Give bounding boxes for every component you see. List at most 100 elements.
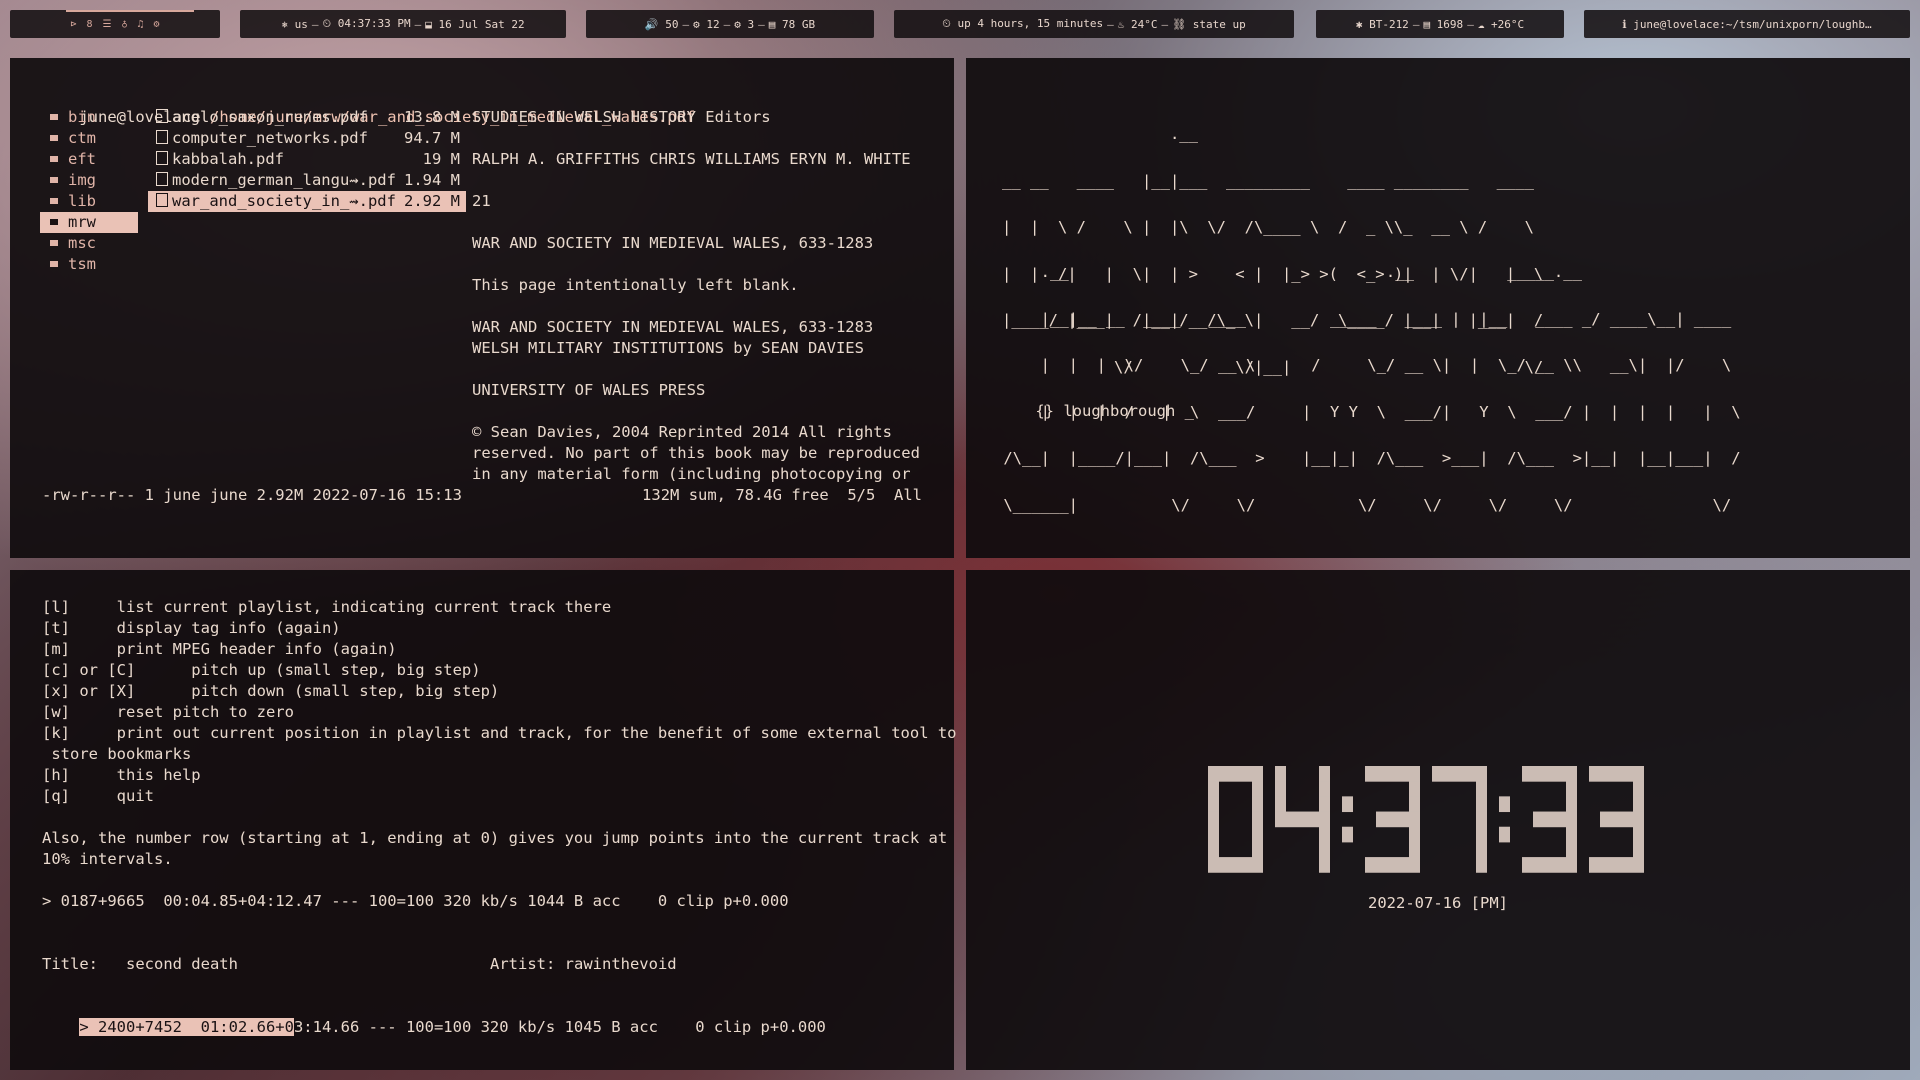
folder-icon	[50, 114, 58, 120]
preview-line: WELSH MILITARY INSTITUTIONS by SEAN DAVI…	[472, 339, 864, 357]
bar-date: ⬓ 16 Jul Sat 22	[425, 17, 525, 31]
window-title-section: ℹ june@lovelace:~/tsm/unixporn/loughb…	[1584, 10, 1910, 38]
window-title: ℹ june@lovelace:~/tsm/unixporn/loughb…	[1622, 17, 1872, 31]
memory-status: ▤ 1698	[1423, 17, 1464, 31]
playback-status-rest: 3:14.66 --- 100=100 320 kb/s 1045 B acc …	[293, 1018, 826, 1036]
fm-dir-item[interactable]: lib	[50, 191, 96, 212]
clock-digits	[1208, 766, 1644, 873]
help-line: [t] display tag info (again)	[42, 619, 341, 637]
bluetooth-status[interactable]: ✱ BT-212	[1356, 18, 1409, 31]
fm-dir-item[interactable]: ctm	[50, 128, 96, 149]
fm-file-item[interactable]: computer_networks.pdf 94.7 M	[156, 128, 466, 149]
preview-line: WAR AND SOCIETY IN MEDIEVAL WALES, 633-1…	[472, 318, 874, 336]
fm-status-right: 132M sum, 78.4G free 5/5 All	[642, 486, 922, 504]
prompt-directory: loughborough _	[1063, 402, 1194, 420]
help-line: [h] this help	[42, 766, 201, 784]
playback-progress-highlight: > 2400+7452 01:02.66+0	[79, 1018, 294, 1036]
fm-file-item-selected[interactable]: war_and_society_in_⇝.pdf 2.92 M	[148, 191, 466, 212]
temperature-status: ♨ 24°C	[1117, 17, 1158, 31]
workspace-bar: ⊳ 8 ☰ ♁ ♫ ⚙	[10, 10, 220, 38]
pdf-file-icon	[156, 151, 168, 165]
workspace-2-icon[interactable]: 8	[81, 19, 97, 30]
fm-dir-item[interactable]: img	[50, 170, 96, 191]
help-line: [m] print MPEG header info (again)	[42, 640, 397, 658]
fm-dir-item[interactable]: tsm	[50, 254, 96, 275]
preview-line: STUDIES IN WELSH HISTORY Editors	[472, 108, 771, 126]
clock-digit	[1589, 766, 1644, 873]
braces-icon: {}	[1035, 402, 1054, 420]
network-status: ⛓ state up	[1172, 17, 1246, 31]
fm-dir-item[interactable]: eft	[50, 149, 96, 170]
workspace-1-icon[interactable]: ⊳	[65, 19, 81, 30]
pdf-file-icon	[156, 130, 168, 144]
workspace-3-icon[interactable]: ☰	[98, 19, 117, 30]
sensor-section: ✱ BT-212 — ▤ 1698 — ☁ +26°C	[1316, 10, 1564, 38]
folder-icon	[50, 240, 58, 246]
fm-dir-item[interactable]: msc	[50, 233, 96, 254]
clock-digit	[1208, 766, 1263, 873]
preview-line: This page intentionally left blank.	[472, 276, 799, 294]
fm-file-item[interactable]: modern_german_langu⇝.pdf 1.94 M	[156, 170, 466, 191]
pdf-file-icon	[156, 172, 168, 186]
file-manager-window[interactable]: june@lovelace /home/june/mrw/war_and_soc…	[10, 58, 954, 558]
keyboard-layout[interactable]: ⎈ us	[281, 18, 308, 31]
player-status-previous: > 0187+9665 00:04.85+04:12.47 --- 100=10…	[42, 892, 789, 910]
help-line: 10% intervals.	[42, 850, 173, 868]
help-line: Also, the number row (starting at 1, end…	[42, 829, 948, 847]
bar-time: ⏲ 04:37:33 PM	[322, 17, 411, 30]
clock-digit	[1365, 766, 1420, 873]
fm-status-left: -rw-r--r-- 1 june june 2.92M 2022-07-16 …	[42, 486, 462, 504]
workspace-6-icon[interactable]: ⚙	[149, 19, 165, 30]
help-line: [l] list current playlist, indicating cu…	[42, 598, 612, 616]
fm-dir-item-selected[interactable]: mrw	[40, 212, 138, 233]
preview-line: RALPH A. GRIFFITHS CHRIS WILLIAMS ERYN M…	[472, 150, 911, 168]
track-title: Title: second death	[42, 955, 238, 973]
uptime-section: ⏲ up 4 hours, 15 minutes — ♨ 24°C — ⛓ st…	[894, 10, 1294, 38]
uptime-status: ⏲ up 4 hours, 15 minutes	[942, 17, 1104, 30]
help-line: [k] print out current position in playli…	[42, 724, 957, 742]
fm-dir-item[interactable]: bin	[50, 107, 96, 128]
workspace-4-icon[interactable]: ♁	[116, 19, 132, 30]
weather-status: ☁ +26°C	[1477, 17, 1525, 31]
preview-line: WAR AND SOCIETY IN MEDIEVAL WALES, 633-1…	[472, 234, 874, 252]
preview-line: reserved. No part of this book may be re…	[472, 444, 920, 462]
clock-digit	[1432, 766, 1487, 873]
preview-line: © Sean Davies, 2004 Reprinted 2014 All r…	[472, 423, 892, 441]
clock-date: 2022-07-16 [PM]	[1368, 894, 1508, 912]
pdf-file-icon	[156, 109, 168, 123]
system-section: 🔊 50 — ⚙ 12 — ⚙ 3 — ▤ 78 GB	[586, 10, 874, 38]
volume-status[interactable]: 🔊 50	[645, 18, 679, 31]
folder-icon	[50, 135, 58, 141]
preview-line: UNIVERSITY OF WALES PRESS	[472, 381, 706, 399]
cpu-status: ⚙ 12	[693, 17, 720, 31]
digital-clock	[966, 766, 1910, 876]
load-status: ⚙ 3	[734, 17, 755, 31]
fm-file-item[interactable]: kabbalah.pdf 19 M	[156, 149, 466, 170]
clock-colon	[1342, 796, 1353, 843]
shell-prompt[interactable]: {} loughborough _	[998, 380, 1194, 443]
clock-colon	[1499, 796, 1510, 843]
folder-icon	[50, 177, 58, 183]
help-line: [q] quit	[42, 787, 154, 805]
music-player-window[interactable]: [l] list current playlist, indicating cu…	[10, 570, 957, 1070]
track-artist: Artist: rawinthevoid	[490, 955, 677, 973]
active-workspace-indicator	[66, 10, 194, 12]
folder-icon	[50, 219, 58, 225]
disk-status: ▤ 78 GB	[768, 17, 816, 31]
workspace-5-icon[interactable]: ♫	[133, 19, 149, 30]
fm-file-item[interactable]: anglo_saxon_runes.pdf 13.8 M	[156, 107, 466, 128]
folder-icon	[50, 261, 58, 267]
help-line: [x] or [X] pitch down (small step, big s…	[42, 682, 500, 700]
help-line: store bookmarks	[42, 745, 192, 763]
clock-window: 2022-07-16 [PM]	[966, 570, 1910, 1070]
clock-digit	[1275, 766, 1330, 873]
preview-line: in any material form (including photocop…	[472, 465, 911, 483]
player-status-current: > 2400+7452 01:02.66+03:14.66 --- 100=10…	[42, 996, 826, 1059]
time-section: ⎈ us — ⏲ 04:37:33 PM — ⬓ 16 Jul Sat 22	[240, 10, 566, 38]
clock-digit	[1522, 766, 1577, 873]
help-line: [c] or [C] pitch up (small step, big ste…	[42, 661, 481, 679]
banner-terminal-window[interactable]: .__ __ __ ____ |__|___ _________ ____ __…	[966, 58, 1910, 558]
preview-line: 21	[472, 192, 491, 210]
folder-icon	[50, 156, 58, 162]
folder-icon	[50, 198, 58, 204]
